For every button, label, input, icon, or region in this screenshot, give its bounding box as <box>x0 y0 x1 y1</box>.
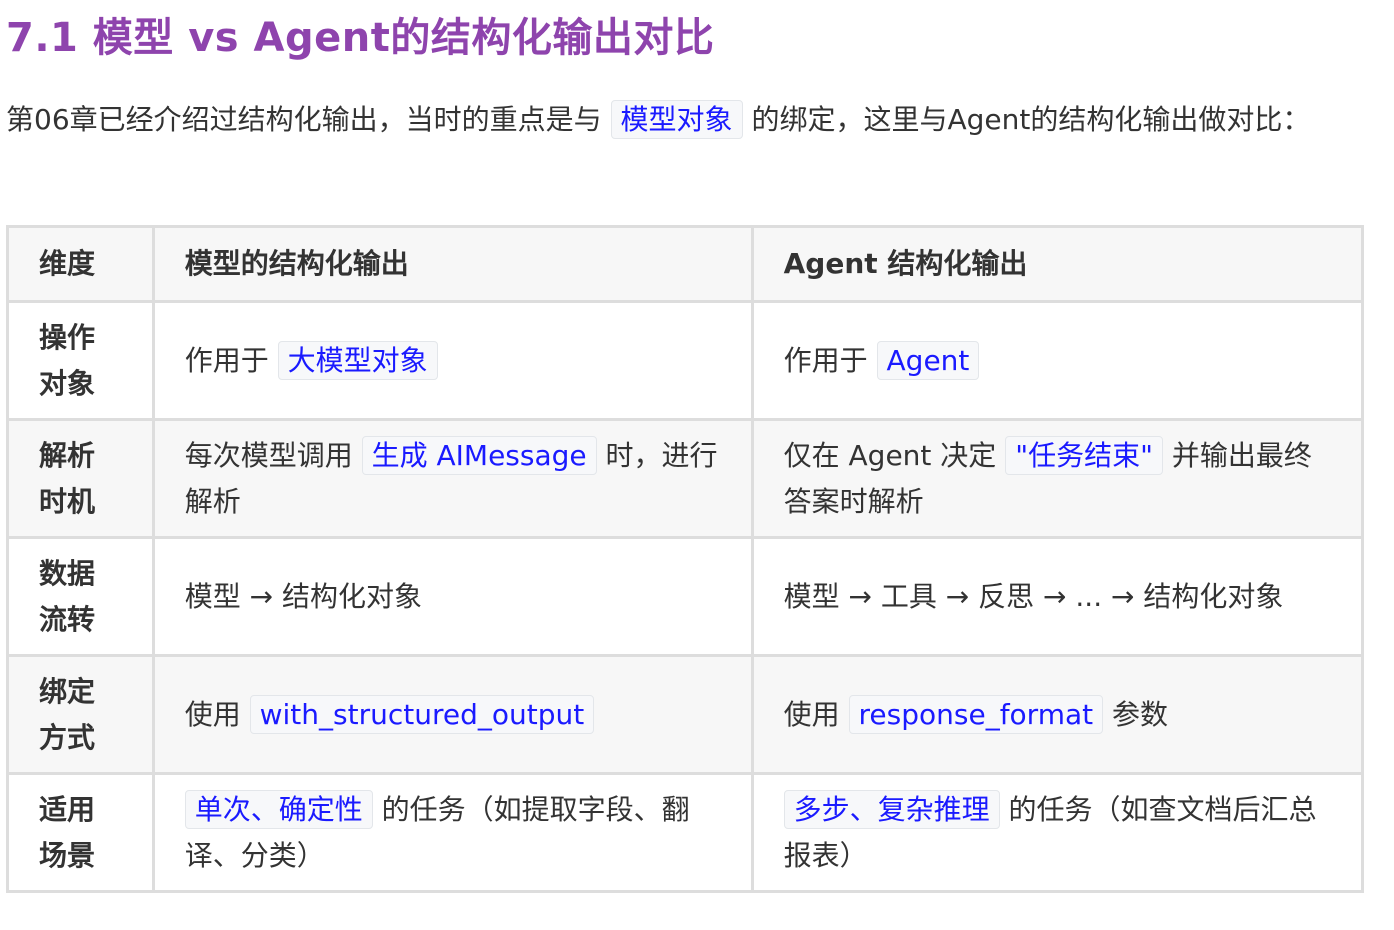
intro-paragraph: 第06章已经介绍过结构化输出，当时的重点是与 模型对象 的绑定，这里与Agent… <box>6 97 1336 143</box>
table-row: 解析时机 每次模型调用 生成 AIMessage 时，进行解析 仅在 Agent… <box>6 418 1365 539</box>
agent-cell: 模型 → 工具 → 反思 → ... → 结构化对象 <box>750 536 1365 657</box>
cell-text: 作用于 <box>783 343 877 377</box>
model-cell: 使用 with_structured_output <box>151 654 754 775</box>
section-heading: 7.1 模型 vs Agent的结构化输出对比 <box>6 15 715 61</box>
cell-code: 大模型对象 <box>277 340 438 380</box>
agent-cell: 多步、复杂推理 的任务（如查文档后汇总报表） <box>750 772 1365 893</box>
cell-text: 作用于 <box>184 343 278 377</box>
comparison-table: 维度 模型的结构化输出 Agent 结构化输出 操作对象 作用于 大模型对象 作… <box>6 225 1365 893</box>
header-dimension: 维度 <box>6 225 155 303</box>
cell-text: 仅在 Agent 决定 <box>783 438 1006 472</box>
cell-text-after: 参数 <box>1103 697 1169 731</box>
cell-code: 多步、复杂推理 <box>783 789 1000 829</box>
intro-inline-code: 模型对象 <box>610 100 743 139</box>
header-agent: Agent 结构化输出 <box>750 225 1365 303</box>
model-cell: 模型 → 结构化对象 <box>151 536 754 657</box>
cell-code: 生成 AIMessage <box>361 435 597 475</box>
row-dimension: 适用场景 <box>6 772 155 893</box>
model-cell: 单次、确定性 的任务（如提取字段、翻译、分类） <box>151 772 754 893</box>
table-row: 数据流转 模型 → 结构化对象 模型 → 工具 → 反思 → ... → 结构化… <box>6 536 1365 657</box>
cell-text: 每次模型调用 <box>184 438 362 472</box>
intro-text-after: 的绑定，这里与Agent的结构化输出做对比： <box>742 103 1311 136</box>
row-dimension: 绑定方式 <box>6 654 155 775</box>
table-header-row: 维度 模型的结构化输出 Agent 结构化输出 <box>6 225 1365 303</box>
cell-code: Agent <box>876 340 980 380</box>
cell-code: "任务结束" <box>1005 435 1163 475</box>
row-dimension: 解析时机 <box>6 418 155 539</box>
cell-code: with_structured_output <box>249 694 595 734</box>
agent-cell: 使用 response_format 参数 <box>750 654 1365 775</box>
agent-cell: 仅在 Agent 决定 "任务结束" 并输出最终答案时解析 <box>750 418 1365 539</box>
row-dimension: 操作对象 <box>6 300 155 421</box>
model-cell: 每次模型调用 生成 AIMessage 时，进行解析 <box>151 418 754 539</box>
cell-code: response_format <box>848 694 1104 734</box>
table-row: 绑定方式 使用 with_structured_output 使用 respon… <box>6 654 1365 775</box>
cell-text: 使用 <box>783 697 849 731</box>
table-row: 操作对象 作用于 大模型对象 作用于 Agent <box>6 300 1365 421</box>
table-row: 适用场景 单次、确定性 的任务（如提取字段、翻译、分类） 多步、复杂推理 的任务… <box>6 772 1365 893</box>
intro-text-before: 第06章已经介绍过结构化输出，当时的重点是与 <box>6 103 611 136</box>
cell-code: 单次、确定性 <box>184 789 373 829</box>
cell-text: 使用 <box>184 697 250 731</box>
agent-cell: 作用于 Agent <box>750 300 1365 421</box>
header-model: 模型的结构化输出 <box>151 225 754 303</box>
model-cell: 作用于 大模型对象 <box>151 300 754 421</box>
row-dimension: 数据流转 <box>6 536 155 657</box>
